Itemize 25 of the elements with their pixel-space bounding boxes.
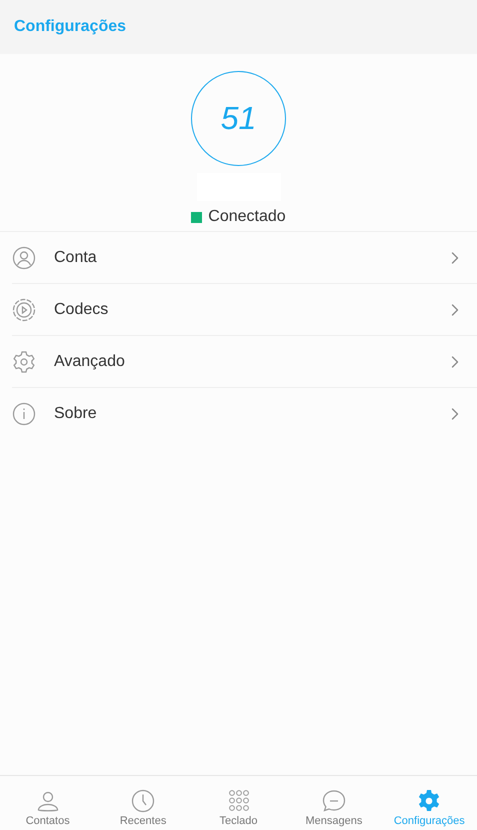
status-text: Conectado	[208, 208, 286, 226]
settings-item[interactable]: Avançado	[12, 336, 477, 388]
info-icon	[12, 402, 36, 426]
user-icon	[12, 246, 36, 270]
settings-item[interactable]: Conta	[12, 232, 477, 284]
page-title: Configurações	[14, 18, 126, 36]
clock-icon	[131, 789, 156, 813]
settings-item-label: Avançado	[54, 352, 126, 370]
settings-item-label: Codecs	[54, 300, 110, 318]
chat-icon	[322, 789, 346, 813]
settings-item-label: Conta	[54, 248, 98, 266]
nav-tab[interactable]: Configurações	[382, 776, 477, 830]
nav-tab[interactable]: Teclado	[190, 776, 286, 830]
person-icon	[36, 789, 60, 813]
settings-icon	[417, 789, 442, 813]
settings-item[interactable]: Codecs	[12, 284, 477, 336]
nav-tab[interactable]: Recentes	[95, 776, 191, 830]
gear-icon	[12, 350, 36, 374]
keypad-icon	[226, 789, 251, 813]
settings-item[interactable]: Sobre	[12, 388, 477, 439]
extension-circle: 51	[191, 71, 286, 166]
play-disc-icon	[12, 298, 36, 322]
nav-tab[interactable]: Mensagens	[286, 776, 382, 830]
nav-tab[interactable]: Contatos	[0, 776, 96, 830]
settings-item-label: Sobre	[54, 404, 98, 422]
